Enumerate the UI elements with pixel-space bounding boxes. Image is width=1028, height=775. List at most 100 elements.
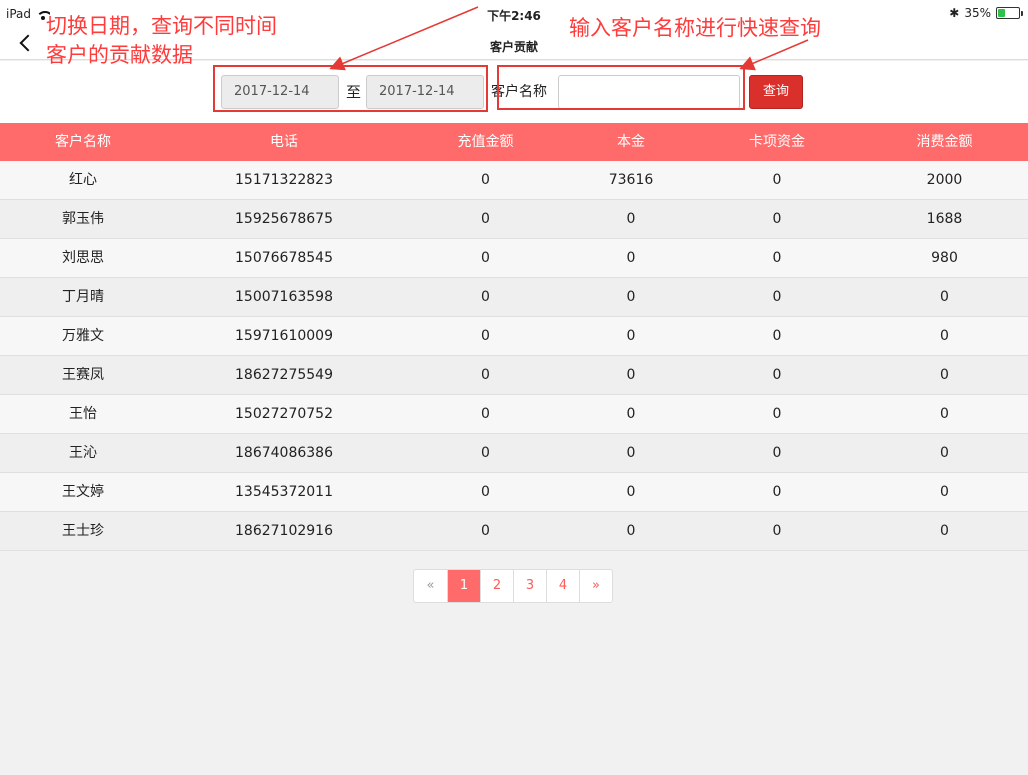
page-1-button[interactable]: 1 (447, 570, 480, 602)
cell-consumption: 0 (940, 289, 949, 305)
cell-recharge: 0 (481, 406, 490, 422)
cell-principal: 0 (626, 484, 636, 500)
battery-icon (996, 7, 1023, 19)
cell-card-funds: 0 (772, 484, 782, 500)
table-row[interactable]: 郭玉伟 15925678675 0 0 0 1688 (0, 200, 1028, 239)
filter-bar: 2017-12-14 至 2017-12-14 客户名称 查询 (0, 61, 1028, 123)
page-3-button[interactable]: 3 (513, 570, 546, 602)
cell-recharge: 0 (481, 250, 490, 266)
cell-principal: 0 (626, 445, 636, 461)
query-button[interactable]: 查询 (749, 75, 803, 109)
cell-customer-name: 丁月晴 (62, 289, 104, 305)
cell-recharge: 0 (481, 211, 490, 227)
page-2-button[interactable]: 2 (480, 570, 513, 602)
cell-phone: 18627275549 (235, 367, 333, 383)
cell-principal: 0 (626, 328, 636, 344)
cell-phone: 15027270752 (235, 406, 333, 422)
cell-card-funds: 0 (772, 172, 782, 188)
cell-recharge: 0 (481, 328, 490, 344)
cell-recharge: 0 (481, 484, 490, 500)
cell-phone: 18674086386 (235, 445, 333, 461)
date-separator: 至 (346, 83, 362, 101)
table-row[interactable]: 王士珍 18627102916 0 0 0 0 (0, 512, 1028, 551)
cell-customer-name: 王怡 (69, 406, 97, 422)
cell-consumption: 0 (940, 445, 949, 461)
cell-card-funds: 0 (772, 523, 782, 539)
cell-card-funds: 0 (772, 211, 782, 227)
table-body: 红心 15171322823 0 73616 0 2000 郭玉伟 15925678675 0 0… (0, 161, 1028, 551)
table-row[interactable]: 王文婷 13545372011 0 0 0 0 (0, 473, 1028, 512)
cell-phone: 15925678675 (235, 211, 333, 227)
contribution-table: 客户名称 电话 充值金额 本金 卡项资金 消费金额 红心 15171322823 0… (0, 123, 1028, 551)
cell-phone: 15171322823 (235, 172, 333, 188)
cell-customer-name: 王士珍 (62, 523, 104, 539)
table-row[interactable]: 王赛凤 18627275549 0 0 0 0 (0, 356, 1028, 395)
table-row[interactable]: 王怡 15027270752 0 0 0 0 (0, 395, 1028, 434)
cell-consumption: 0 (940, 406, 949, 422)
cell-recharge: 0 (481, 172, 490, 188)
status-right: ✱ 35% (949, 6, 1023, 20)
table-row[interactable]: 红心 15171322823 0 73616 0 2000 (0, 161, 1028, 200)
cell-consumption: 0 (940, 484, 949, 500)
cell-recharge: 0 (481, 523, 490, 539)
cell-consumption: 0 (940, 523, 949, 539)
cell-card-funds: 0 (772, 367, 782, 383)
battery-fill (998, 9, 1005, 17)
annotation-name-search: 输入客户名称进行快速查询 (569, 16, 821, 40)
header-consumption: 消费金额 (916, 134, 973, 150)
cell-consumption: 2000 (926, 172, 963, 188)
cell-card-funds: 0 (772, 289, 782, 305)
table-row[interactable]: 王沁 18674086386 0 0 0 0 (0, 434, 1028, 473)
customer-name-label: 客户名称 (491, 84, 547, 100)
page-next-button[interactable]: » (579, 570, 612, 602)
cell-principal: 0 (626, 367, 636, 383)
cell-recharge: 0 (481, 445, 490, 461)
cell-consumption: 1688 (926, 211, 963, 227)
cell-card-funds: 0 (772, 406, 782, 422)
annotation-date-line1: 切换日期，查询不同时间 (46, 14, 277, 38)
header-phone: 电话 (270, 134, 298, 150)
cell-principal: 0 (626, 250, 636, 266)
cell-phone: 13545372011 (235, 484, 333, 500)
date-to-input[interactable]: 2017-12-14 (366, 75, 484, 109)
header-card-funds: 卡项资金 (749, 134, 805, 150)
cell-recharge: 0 (481, 367, 490, 383)
cell-customer-name: 郭玉伟 (62, 211, 104, 227)
cell-principal: 0 (626, 523, 636, 539)
table-header: 客户名称 电话 充值金额 本金 卡项资金 消费金额 (0, 123, 1028, 161)
cell-card-funds: 0 (772, 250, 782, 266)
cell-customer-name: 王文婷 (62, 484, 104, 500)
cell-phone: 18627102916 (235, 523, 333, 539)
cell-principal: 73616 (608, 172, 654, 188)
cell-customer-name: 万雅文 (62, 328, 104, 344)
cell-consumption: 0 (940, 328, 949, 344)
date-from-input[interactable]: 2017-12-14 (221, 75, 339, 109)
table-row[interactable]: 刘思思 15076678545 0 0 0 980 (0, 239, 1028, 278)
table-row[interactable]: 丁月晴 15007163598 0 0 0 0 (0, 278, 1028, 317)
annotation-date-line2: 客户的贡献数据 (46, 43, 193, 67)
cell-phone: 15971610009 (235, 328, 333, 344)
cell-customer-name: 刘思思 (62, 250, 104, 266)
cell-phone: 15076678545 (235, 250, 333, 266)
cell-customer-name: 王沁 (69, 445, 97, 461)
cell-principal: 0 (626, 211, 636, 227)
cell-customer-name: 王赛凤 (62, 367, 104, 383)
cell-card-funds: 0 (772, 445, 782, 461)
cell-consumption: 980 (931, 250, 958, 266)
customer-name-input[interactable] (558, 75, 740, 109)
cell-phone: 15007163598 (235, 289, 333, 305)
page-4-button[interactable]: 4 (546, 570, 579, 602)
cell-consumption: 0 (940, 367, 949, 383)
bluetooth-icon: ✱ (949, 6, 960, 20)
pagination: « 1 2 3 4 » (413, 569, 613, 603)
battery-percent: 35% (964, 6, 991, 20)
header-principal: 本金 (617, 134, 645, 150)
header-customer-name: 客户名称 (55, 134, 111, 150)
cell-customer-name: 红心 (69, 172, 97, 188)
app-screen: iPad 下午2:46 ✱ 35% 客户贡献 2017-12-14 至 2017… (0, 0, 1028, 775)
page-prev-button[interactable]: « (414, 570, 447, 602)
header-recharge: 充值金额 (457, 134, 514, 150)
cell-recharge: 0 (481, 289, 490, 305)
cell-principal: 0 (626, 406, 636, 422)
table-row[interactable]: 万雅文 15971610009 0 0 0 0 (0, 317, 1028, 356)
